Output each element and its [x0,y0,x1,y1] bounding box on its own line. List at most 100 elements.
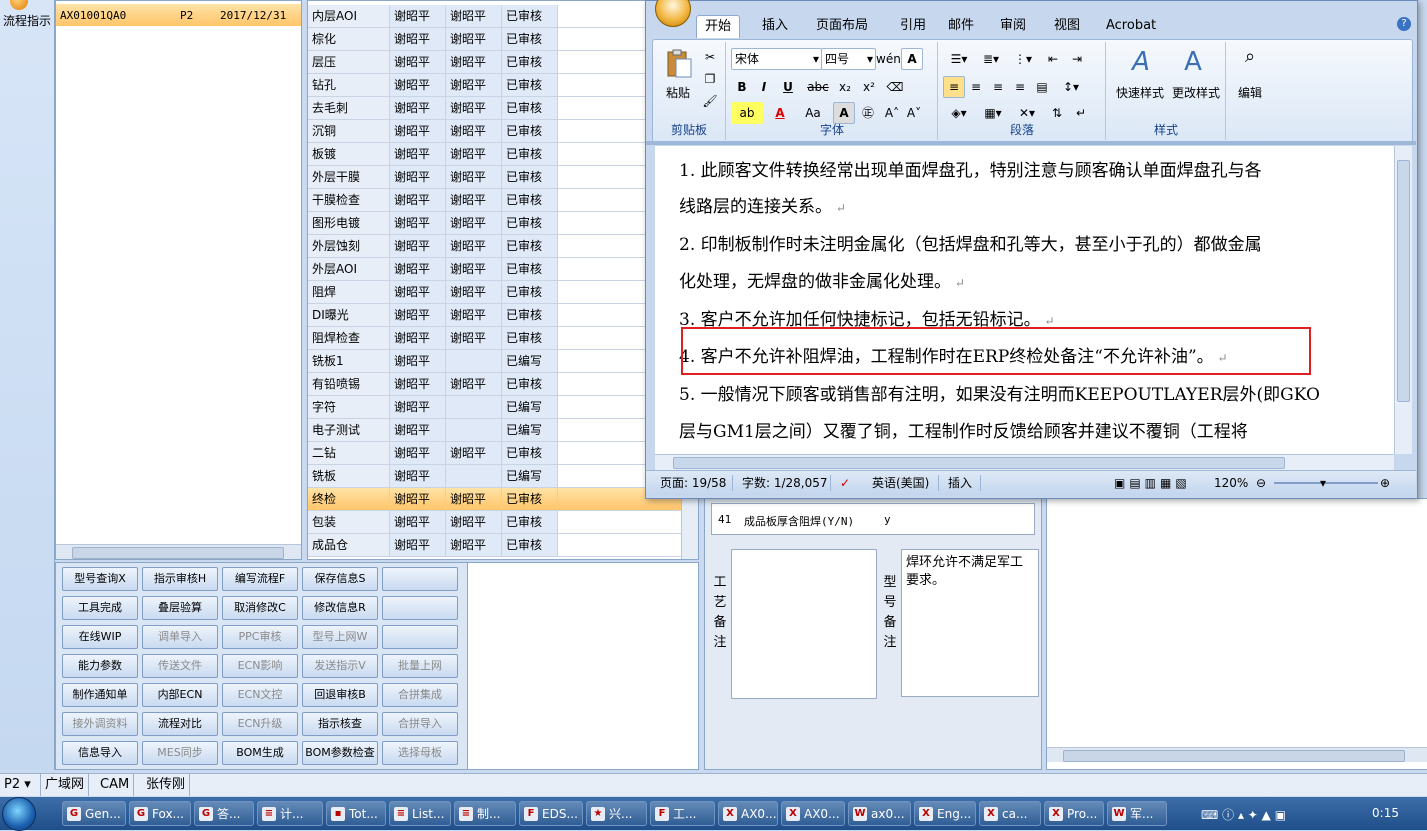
parameter-row[interactable]: 41 成品板厚含阻焊(Y/N) y [711,503,1035,535]
help-icon[interactable]: ? [1397,17,1411,31]
action-button[interactable]: 选择母板 [382,741,458,765]
process-row[interactable]: 终检 谢昭平 谢昭平 已审核 [308,488,698,511]
taskbar-item[interactable]: G 答... [194,801,254,826]
office-button-icon[interactable] [655,0,691,27]
align-center-icon[interactable]: ≡ [965,76,987,98]
ribbon-tab[interactable]: 开始 [696,15,741,38]
action-button[interactable]: 信息导入 [62,741,138,765]
ribbon-tab[interactable]: 邮件 [940,15,982,37]
phonetic-guide-icon[interactable]: wén [875,48,901,70]
action-button[interactable]: 工具完成 [62,596,138,620]
action-button[interactable]: 合拼导入 [382,712,458,736]
process-row[interactable]: 干膜检查 谢昭平 谢昭平 已审核 [308,189,698,212]
taskbar-item[interactable]: Xca... [979,801,1041,826]
clear-format-icon[interactable]: ⌫ [883,76,907,98]
taskbar-item[interactable]: ≡ 制... [454,801,516,826]
right-panel-hscroll[interactable] [1047,747,1427,762]
superscript-icon[interactable]: x² [857,76,881,98]
zoom-in-icon[interactable]: ⊕ [1380,475,1390,491]
taskbar-item[interactable]: X Pro... [1044,801,1104,826]
increase-indent-icon[interactable]: ⇥ [1065,48,1089,70]
change-styles-button[interactable]: 更改样式 [1165,82,1227,104]
process-row[interactable]: 层压 谢昭平 谢昭平 已审核 [308,51,698,74]
process-row[interactable]: 铣板 谢昭平 已编写 [308,465,698,488]
document-page[interactable]: 1. 此顾客文件转换经常出现单面焊盘孔，特别注意与顾客确认单面焊盘孔与各 线路层的… [655,146,1394,454]
multilevel-list-icon[interactable]: ⋮▾ [1007,48,1039,70]
process-row[interactable]: 沉铜 谢昭平 谢昭平 已审核 [308,120,698,143]
cut-icon[interactable]: ✂ [699,46,721,68]
paste-icon[interactable] [663,48,695,80]
process-row[interactable]: 有铅喷锡 谢昭平 谢昭平 已审核 [308,373,698,396]
process-row[interactable]: DI曝光 谢昭平 谢昭平 已审核 [308,304,698,327]
copy-icon[interactable]: ❐ [699,68,721,90]
action-button[interactable]: 在线WIP [62,625,138,649]
bullets-icon[interactable]: ☰▾ [943,48,975,70]
taskbar-item[interactable]: Wax0... [848,801,911,826]
action-button[interactable]: 保存信息S [302,567,378,591]
view-buttons[interactable]: ▣▤▥▦▧ [1114,475,1191,491]
word-count[interactable]: 字数: 1/28,057 [742,475,828,491]
process-row[interactable]: 外层AOI 谢昭平 谢昭平 已审核 [308,258,698,281]
action-button[interactable] [382,596,458,620]
ribbon-tab[interactable]: 页面布局 [808,15,876,37]
action-button[interactable] [382,567,458,591]
flow-indicator-icon[interactable] [10,0,28,10]
taskbar-item[interactable]: ▪ Tot... [326,801,386,826]
action-button[interactable]: ECN升级 [222,712,298,736]
numbering-icon[interactable]: ≣▾ [975,48,1007,70]
action-button[interactable]: BOM生成 [222,741,298,765]
decrease-indent-icon[interactable]: ⇤ [1041,48,1065,70]
start-button[interactable] [2,797,36,831]
action-button[interactable]: MES同步 [142,741,218,765]
taskbar-item[interactable]: ≡ 计... [257,801,323,826]
zoom-out-icon[interactable]: ⊖ [1256,475,1266,491]
process-note-memo[interactable] [731,549,877,699]
action-button[interactable]: PPC审核 [222,625,298,649]
action-button[interactable]: 回退审核B [302,683,378,707]
ribbon-tab[interactable]: 审阅 [992,15,1034,37]
font-size-select[interactable]: 四号 ▾ [821,48,876,70]
scroll-thumb[interactable] [1063,750,1405,762]
model-note-memo[interactable]: 焊环允许不满足军工要求。 [901,549,1039,697]
process-row[interactable]: 去毛刺 谢昭平 谢昭平 已审核 [308,97,698,120]
proofing-icon[interactable]: ✓ [840,475,850,491]
action-button[interactable]: ECN文控 [222,683,298,707]
taskbar-item[interactable]: W 军... [1107,801,1167,826]
process-row[interactable]: 字符 谢昭平 已编写 [308,396,698,419]
distributed-icon[interactable]: ▤ [1031,76,1053,98]
action-button[interactable]: 取消修改C [222,596,298,620]
scroll-thumb[interactable] [72,547,284,559]
process-row[interactable]: 图形电镀 谢昭平 谢昭平 已审核 [308,212,698,235]
taskbar-item[interactable]: X Eng... [914,801,976,826]
editing-button[interactable]: 编辑 [1229,82,1271,104]
char-border-icon[interactable]: A [901,48,923,70]
binoculars-icon[interactable]: ⌕ [1235,46,1265,74]
clock[interactable]: 0:15 [1372,806,1399,820]
process-row[interactable]: 铣板1 谢昭平 已编写 [308,350,698,373]
quick-styles-button[interactable]: 快速样式 [1109,82,1171,104]
taskbar-item[interactable]: X AX0... [781,801,845,826]
underline-icon[interactable]: U [775,76,801,98]
action-button[interactable]: 型号查询X [62,567,138,591]
action-button[interactable]: 制作通知单 [62,683,138,707]
process-row[interactable]: 板镀 谢昭平 谢昭平 已审核 [308,143,698,166]
action-button[interactable]: 传送文件 [142,654,218,678]
page-count[interactable]: 页面: 19/58 [660,475,726,491]
action-button[interactable]: 指示审核H [142,567,218,591]
taskbar-item[interactable]: G Gen... [62,801,126,826]
order-list-hscroll[interactable] [56,544,301,559]
italic-icon[interactable]: I [753,76,775,98]
taskbar-item[interactable]: G Fox... [129,801,191,826]
process-row[interactable]: 包装 谢昭平 谢昭平 已审核 [308,511,698,534]
taskbar-item[interactable]: X AX0... [718,801,778,826]
insert-mode[interactable]: 插入 [948,475,972,491]
ribbon-tab[interactable]: 插入 [754,15,796,37]
action-button[interactable]: 能力参数 [62,654,138,678]
line-spacing-icon[interactable]: ↕▾ [1055,76,1087,98]
quick-styles-icon[interactable]: A [1115,46,1167,80]
action-button[interactable]: 型号上网W [302,625,378,649]
language[interactable]: 英语(美国) [872,475,929,491]
action-button[interactable]: 接外调资料 [62,712,138,736]
action-button[interactable]: 发送指示V [302,654,378,678]
taskbar-item[interactable]: F EDS... [519,801,583,826]
